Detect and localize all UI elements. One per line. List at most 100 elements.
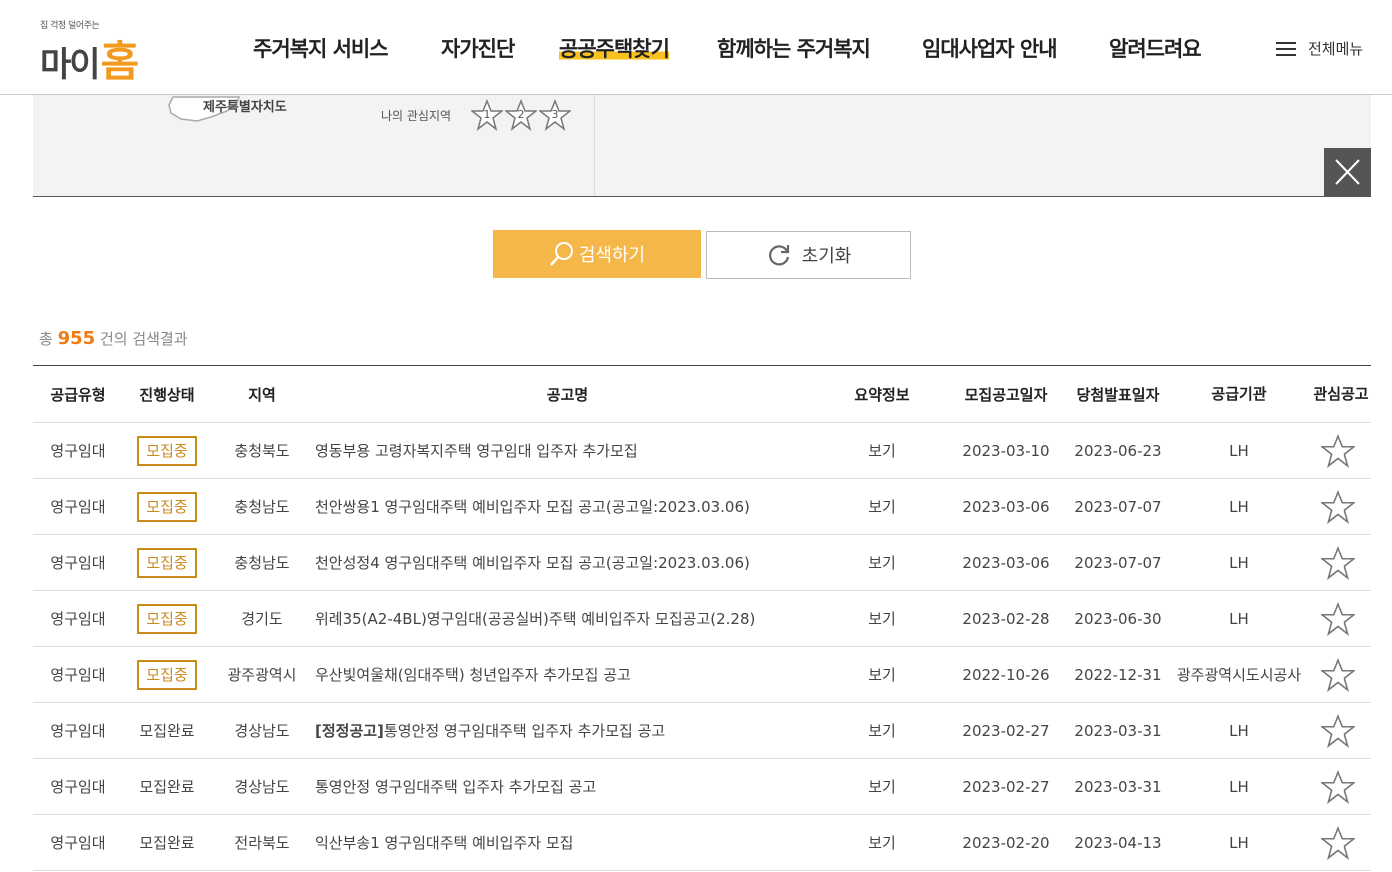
cell-win-date: 2023-07-07 (1074, 553, 1162, 572)
fav-notice-button[interactable] (1305, 703, 1371, 758)
cell-status: 모집중 (123, 479, 211, 534)
summary-view-link[interactable]: 보기 (833, 591, 931, 646)
cell-win-date: 2023-04-13 (1074, 833, 1162, 852)
fav-notice-button[interactable] (1305, 647, 1371, 702)
summary-view-link[interactable]: 보기 (833, 479, 931, 534)
search-button-label: 검색하기 (578, 245, 646, 266)
status-badge: 모집중 (137, 435, 197, 466)
cell-win-date: 2022-12-31 (1074, 665, 1162, 684)
cell-status: 모집완료 (123, 703, 211, 758)
nav-item-housing-welfare[interactable]: 주거복지 서비스 (253, 33, 389, 63)
cell-region: 전라북도 (234, 834, 290, 852)
all-menu-button[interactable]: 전체메뉴 (1276, 38, 1363, 59)
table-row[interactable]: 영구임대 모집완료 경상남도 통영안정 영구임대주택 입주자 추가모집 공고 보기 202… (33, 759, 1371, 815)
cell-agency: LH (1229, 441, 1249, 460)
cell-post-date: 2023-02-27 (962, 777, 1050, 796)
notice-table: 공급유형 진행상태 지역 공고명 요약정보 모집공고일자 당첨발표일자 공급기관… (33, 365, 1371, 871)
nav-item-landlord-guide[interactable]: 임대사업자 안내 (922, 33, 1058, 63)
table-body: 영구임대 모집중 충청북도 영동부용 고령자복지주택 영구임대 입주자 추가모집 보기 2… (33, 423, 1371, 871)
summary-view-link[interactable]: 보기 (833, 535, 931, 590)
cell-post-date: 2023-03-06 (962, 497, 1050, 516)
table-row[interactable]: 영구임대 모집중 충청북도 영동부용 고령자복지주택 영구임대 입주자 추가모집 보기 2… (33, 423, 1371, 479)
star-icon (1321, 769, 1355, 804)
title-text: 익산부송1 영구임대주택 예비입주자 모집 (315, 834, 574, 852)
cell-region: 경상남도 (234, 778, 290, 796)
table-row[interactable]: 영구임대 모집중 충청남도 천안성정4 영구임대주택 예비입주자 모집 공고(공고일:… (33, 535, 1371, 591)
cell-status: 모집중 (123, 423, 211, 478)
fav-region-slot-3[interactable]: 3 (537, 98, 573, 131)
search-button[interactable]: 검색하기 (493, 230, 701, 278)
fav-region-stars: 1 2 3 (469, 98, 573, 131)
notice-title-link[interactable]: 천안쌍용1 영구임대주택 예비입주자 모집 공고(공고일:2023.03.06) (315, 479, 845, 534)
cell-region: 충청북도 (234, 442, 290, 460)
logo-text: 마이홈 (40, 37, 139, 86)
cell-win-date: 2023-06-23 (1074, 441, 1162, 460)
cell-win-date: 2023-07-07 (1074, 497, 1162, 516)
fav-region-slot-2[interactable]: 2 (503, 98, 539, 131)
summary-view-link[interactable]: 보기 (833, 703, 931, 758)
reset-button-label: 초기화 (801, 246, 852, 267)
hamburger-icon (1276, 41, 1296, 57)
cell-type: 영구임대 (50, 554, 106, 572)
cell-agency: LH (1229, 833, 1249, 852)
star-icon (1321, 545, 1355, 580)
fav-notice-button[interactable] (1305, 815, 1371, 870)
notice-title-link[interactable]: 천안성정4 영구임대주택 예비입주자 모집 공고(공고일:2023.03.06) (315, 535, 845, 590)
notice-title-link[interactable]: 영동부용 고령자복지주택 영구임대 입주자 추가모집 (315, 423, 845, 478)
title-text: 영동부용 고령자복지주택 영구임대 입주자 추가모집 (315, 442, 638, 460)
title-prefix: [정정공고] (315, 722, 384, 740)
nav-item-together-welfare[interactable]: 함께하는 주거복지 (717, 33, 871, 63)
notice-title-link[interactable]: 익산부송1 영구임대주택 예비입주자 모집 (315, 815, 845, 870)
close-panel-button[interactable] (1324, 148, 1371, 196)
star-icon (1321, 489, 1355, 524)
table-row[interactable]: 영구임대 모집중 충청남도 천안쌍용1 영구임대주택 예비입주자 모집 공고(공고일:… (33, 479, 1371, 535)
reset-button[interactable]: 초기화 (706, 231, 911, 279)
cell-status: 모집완료 (123, 815, 211, 870)
fav-notice-button[interactable] (1305, 535, 1371, 590)
status-badge: 모집중 (137, 603, 197, 634)
all-menu-label: 전체메뉴 (1308, 40, 1364, 58)
title-text: 통영안정 영구임대주택 입주자 추가모집 공고 (383, 722, 666, 740)
fav-region-slot-1[interactable]: 1 (469, 98, 505, 131)
table-row[interactable]: 영구임대 모집중 경기도 위례35(A2-4BL)영구임대(공공실버)주택 예비입주자… (33, 591, 1371, 647)
nav-item-public-housing[interactable]: 공공주택찾기 (559, 33, 670, 63)
notice-title-link[interactable]: [정정공고] 통영안정 영구임대주택 입주자 추가모집 공고 (315, 703, 845, 758)
site-logo[interactable]: 집 걱정 덜어주는 마이홈 (40, 18, 160, 86)
nav-item-self-diagnosis[interactable]: 자가진단 (441, 33, 515, 63)
cell-region: 충청남도 (234, 554, 290, 572)
star-icon (1321, 601, 1355, 636)
header-fav: 관심공고 (1313, 385, 1369, 403)
cell-status: 모집완료 (123, 759, 211, 814)
refresh-icon (768, 245, 789, 266)
summary-view-link[interactable]: 보기 (833, 759, 931, 814)
cell-post-date: 2023-02-20 (962, 833, 1050, 852)
summary-view-link[interactable]: 보기 (833, 647, 931, 702)
fav-notice-button[interactable] (1305, 591, 1371, 646)
table-row[interactable]: 영구임대 모집완료 전라북도 익산부송1 영구임대주택 예비입주자 모집 보기 2023-… (33, 815, 1371, 871)
fav-notice-button[interactable] (1305, 759, 1371, 814)
header-region: 지역 (248, 385, 276, 404)
panel-divider (594, 95, 595, 196)
cell-type: 영구임대 (50, 834, 106, 852)
notice-title-link[interactable]: 통영안정 영구임대주택 입주자 추가모집 공고 (315, 759, 845, 814)
nav-item-notices[interactable]: 알려드려요 (1109, 33, 1202, 63)
table-header: 공급유형 진행상태 지역 공고명 요약정보 모집공고일자 당첨발표일자 공급기관… (33, 366, 1371, 423)
fav-notice-button[interactable] (1305, 423, 1371, 478)
notice-title-link[interactable]: 위례35(A2-4BL)영구임대(공공실버)주택 예비입주자 모집공고(2.28… (315, 591, 845, 646)
status-text: 모집완료 (139, 778, 195, 796)
cell-post-date: 2023-03-10 (962, 441, 1050, 460)
cell-win-date: 2023-03-31 (1074, 721, 1162, 740)
fav-notice-button[interactable] (1305, 479, 1371, 534)
notice-title-link[interactable]: 우산빛여울채(임대주택) 청년입주자 추가모집 공고 (315, 647, 845, 702)
summary-view-link[interactable]: 보기 (833, 815, 931, 870)
title-text: 천안성정4 영구임대주택 예비입주자 모집 공고(공고일:2023.03.06) (315, 554, 750, 572)
search-icon (549, 242, 573, 266)
table-row[interactable]: 영구임대 모집중 광주광역시 우산빛여울채(임대주택) 청년입주자 추가모집 공고 보기… (33, 647, 1371, 703)
table-row[interactable]: 영구임대 모집완료 경상남도 [정정공고] 통영안정 영구임대주택 입주자 추가모집 공… (33, 703, 1371, 759)
title-text: 우산빛여울채(임대주택) 청년입주자 추가모집 공고 (315, 666, 631, 684)
cell-region: 충청남도 (234, 498, 290, 516)
status-text: 모집완료 (139, 722, 195, 740)
summary-view-link[interactable]: 보기 (833, 423, 931, 478)
cell-post-date: 2022-10-26 (962, 665, 1050, 684)
cell-type: 영구임대 (50, 442, 106, 460)
